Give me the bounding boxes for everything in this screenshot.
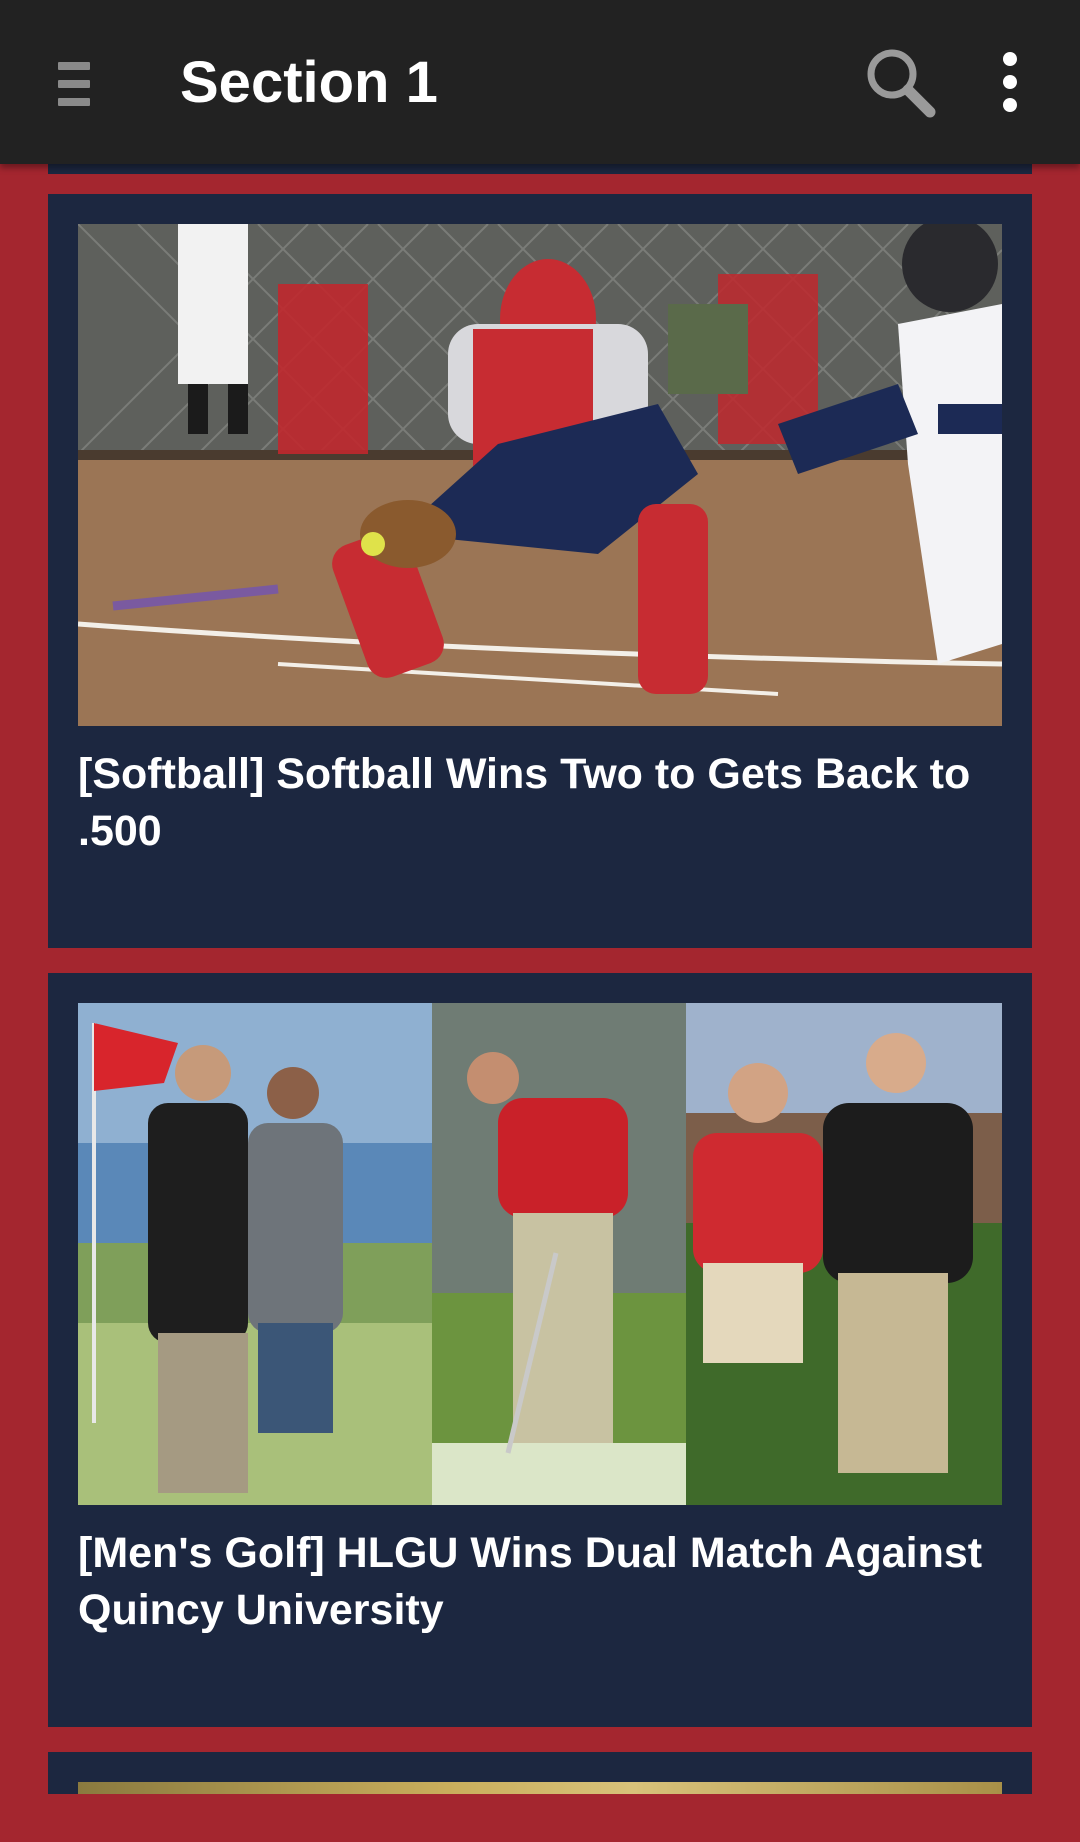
article-image[interactable]	[78, 224, 1002, 726]
article-image[interactable]	[78, 1003, 1002, 1505]
search-icon[interactable]	[862, 44, 942, 124]
page-title: Section 1	[180, 50, 438, 115]
article-card[interactable]: [Softball] Softball Wins Two to Gets Bac…	[48, 194, 1032, 948]
article-headline[interactable]: [Softball] Softball Wins Two to Gets Bac…	[78, 746, 1002, 860]
hamburger-menu-icon[interactable]	[58, 62, 90, 106]
app-bar: Section 1	[0, 0, 1080, 164]
more-vert-icon[interactable]	[990, 52, 1030, 112]
article-card[interactable]: [Men's Golf] HLGU Wins Dual Match Agains…	[48, 973, 1032, 1727]
article-headline[interactable]: [Men's Golf] HLGU Wins Dual Match Agains…	[78, 1525, 1002, 1639]
screen-bottom-edge	[0, 1794, 1080, 1842]
previous-card-edge	[48, 164, 1032, 174]
